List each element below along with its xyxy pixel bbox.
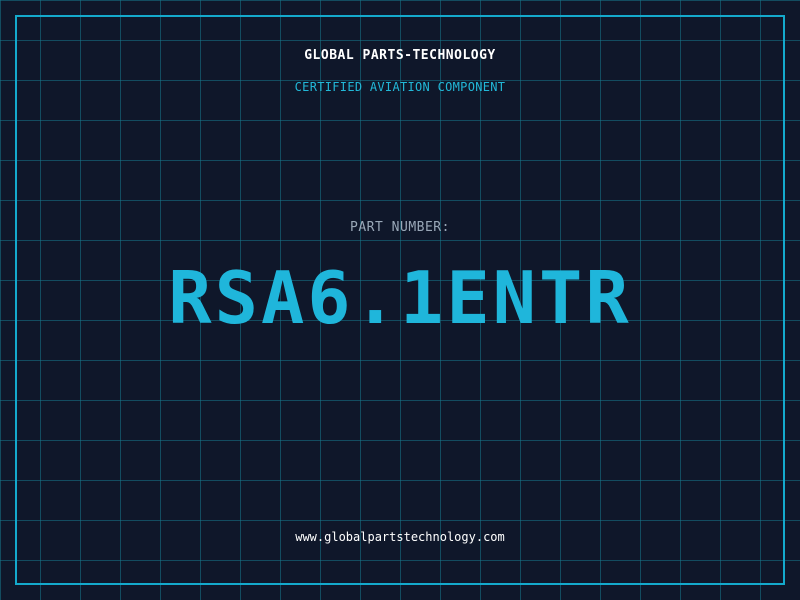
certification-tagline: CERTIFIED AVIATION COMPONENT bbox=[294, 80, 506, 94]
part-number-label: PART NUMBER: bbox=[350, 220, 450, 235]
part-card: GLOBAL PARTS-TECHNOLOGY CERTIFIED AVIATI… bbox=[0, 0, 800, 600]
website-link[interactable]: www.globalpartstechnology.com bbox=[0, 530, 800, 544]
part-number-value: RSA6.1ENTR bbox=[168, 256, 632, 340]
company-name: GLOBAL PARTS-TECHNOLOGY bbox=[304, 48, 496, 63]
